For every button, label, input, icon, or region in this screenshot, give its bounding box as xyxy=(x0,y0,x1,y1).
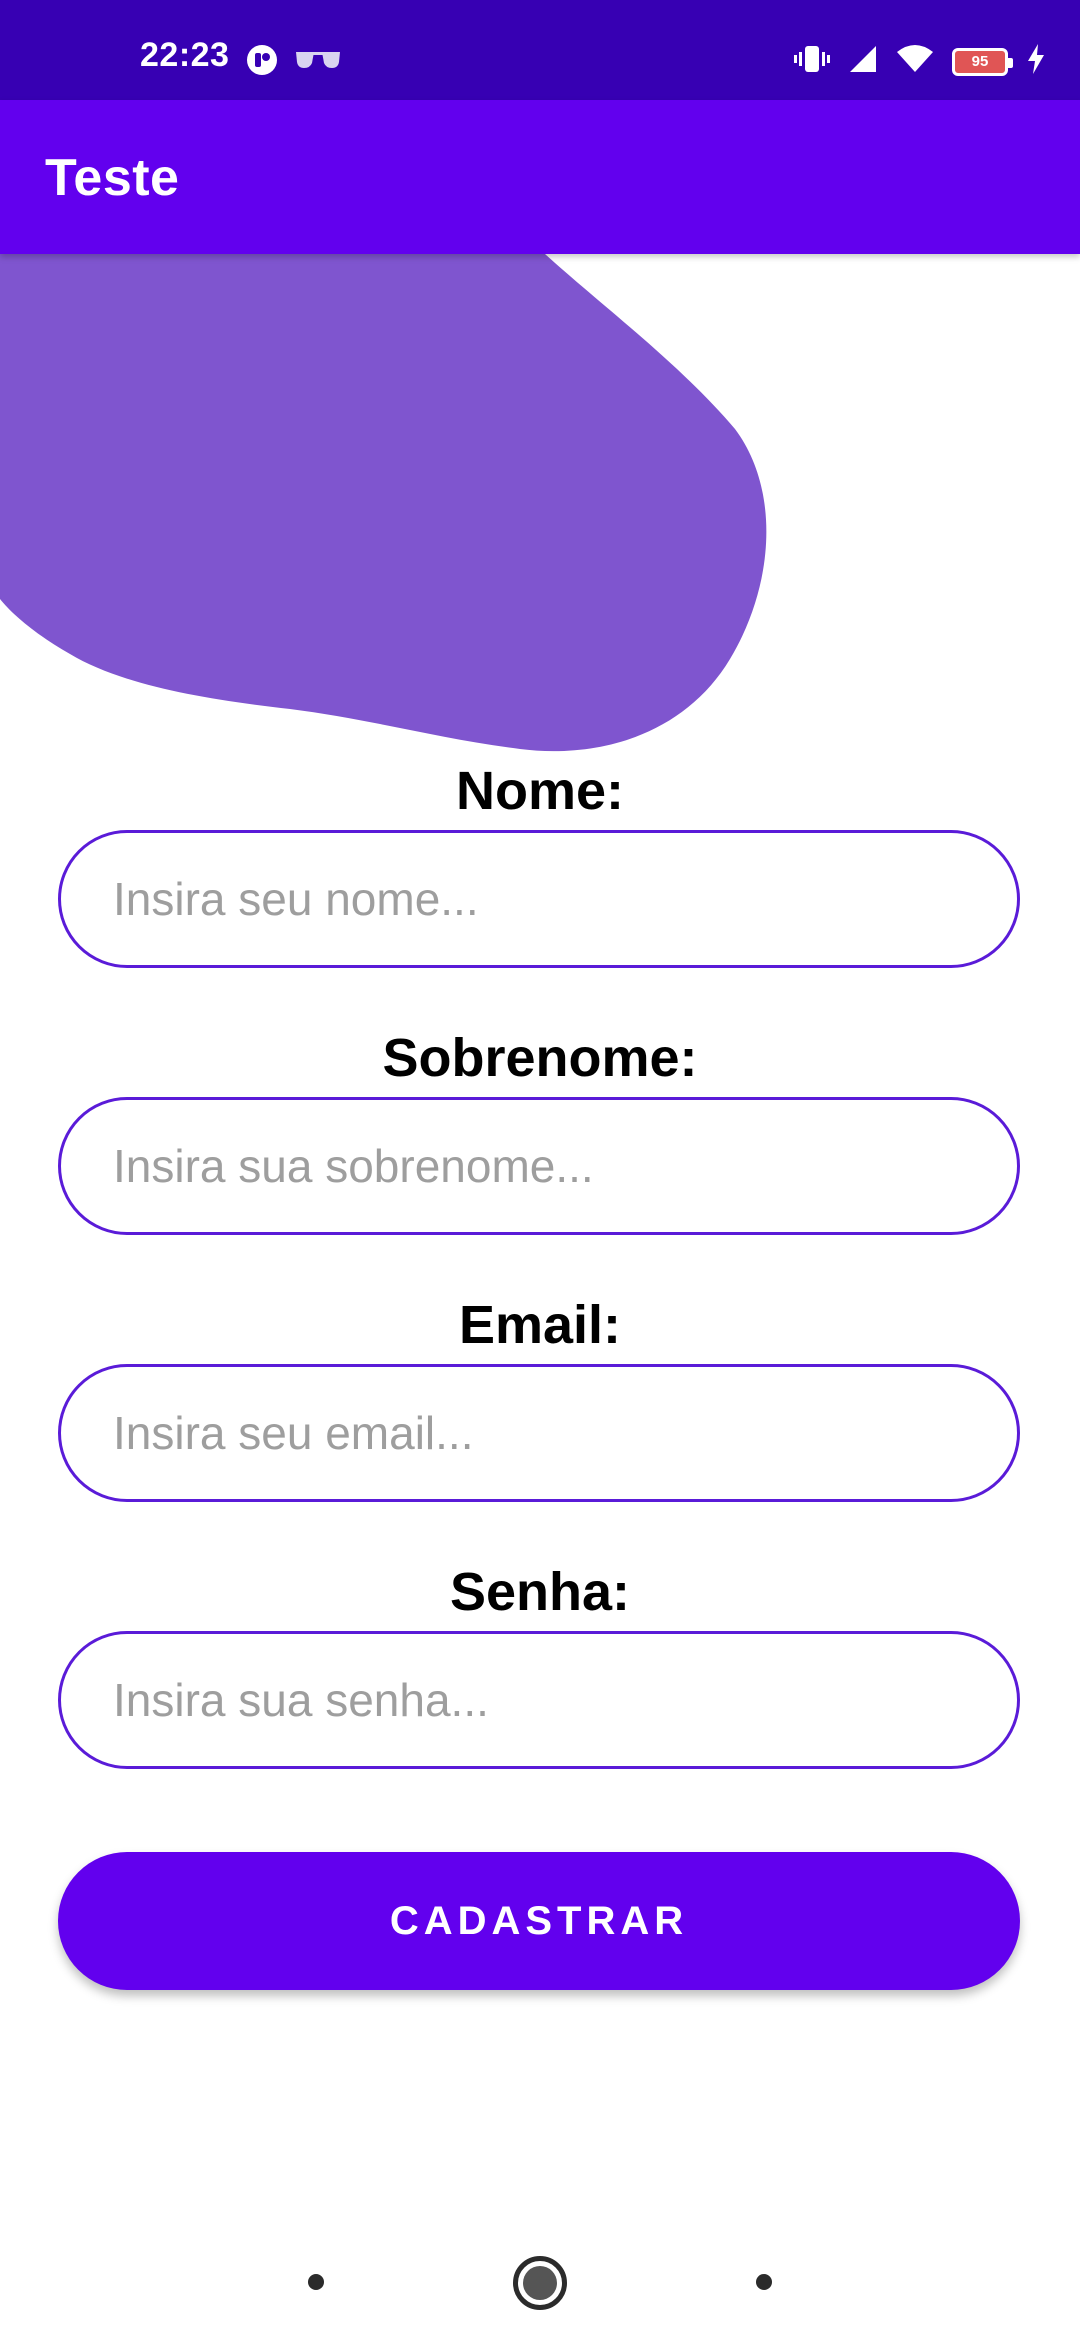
sobrenome-input[interactable] xyxy=(58,1097,1020,1235)
charging-icon xyxy=(1026,44,1046,79)
vibrate-icon xyxy=(794,44,830,79)
cadastrar-button[interactable]: CADASTRAR xyxy=(58,1852,1020,1990)
battery-icon: 95 xyxy=(952,47,1013,76)
senha-label: Senha: xyxy=(449,1562,631,1622)
decorative-blob xyxy=(0,254,767,752)
email-input[interactable] xyxy=(58,1364,1020,1502)
status-time: 22:23 xyxy=(140,36,230,74)
wifi-icon xyxy=(896,44,934,79)
sobrenome-label: Sobrenome: xyxy=(382,1028,698,1088)
home-icon xyxy=(523,2266,557,2300)
home-button[interactable] xyxy=(513,2256,567,2310)
nome-input[interactable] xyxy=(58,830,1020,968)
recents-button[interactable] xyxy=(308,2274,324,2290)
app-bar: Teste xyxy=(0,100,1080,254)
email-label: Email: xyxy=(458,1295,622,1355)
status-left-icons xyxy=(246,44,342,81)
senha-input[interactable] xyxy=(58,1631,1020,1769)
glasses-icon xyxy=(294,49,342,76)
status-right-icons: 95 xyxy=(794,44,1046,79)
system-nav-bar xyxy=(0,2220,1080,2340)
app-title: Teste xyxy=(45,149,180,207)
battery-level: 95 xyxy=(971,53,989,70)
app-notification-icon xyxy=(246,44,278,81)
signal-icon xyxy=(848,44,878,79)
status-bar: 22:23 95 xyxy=(0,0,1080,100)
back-button[interactable] xyxy=(756,2274,772,2290)
nome-label: Nome: xyxy=(455,761,624,821)
